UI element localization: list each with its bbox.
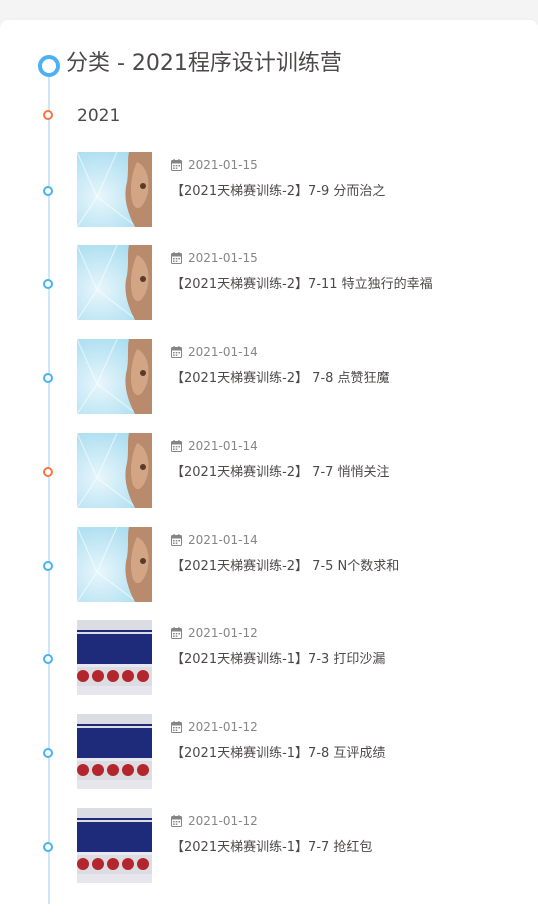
post-date: 2021-01-12 [171, 719, 258, 735]
timeline-dot [43, 186, 53, 196]
post-date: 2021-01-14 [171, 438, 258, 454]
post-thumbnail[interactable] [77, 808, 152, 883]
post-date-text: 2021-01-15 [188, 158, 258, 172]
post-date-text: 2021-01-14 [188, 533, 258, 547]
calendar-icon [171, 159, 182, 175]
post-title-link[interactable]: 【2021天梯赛训练-2】 7-7 悄悄关注 [171, 463, 390, 483]
post-date: 2021-01-15 [171, 157, 258, 173]
timeline-dot [43, 373, 53, 383]
timeline-dot [43, 748, 53, 758]
post-title-link[interactable]: 【2021天梯赛训练-1】7-3 打印沙漏 [171, 650, 385, 670]
post-date: 2021-01-12 [171, 625, 258, 641]
post-title-link[interactable]: 【2021天梯赛训练-2】7-11 特立独行的幸福 [171, 275, 433, 295]
post-item[interactable]: 2021-01-14 【2021天梯赛训练-2】 7-7 悄悄关注 [0, 433, 538, 513]
post-thumbnail[interactable] [77, 245, 152, 320]
post-item[interactable]: 2021-01-12 【2021天梯赛训练-1】7-3 打印沙漏 [0, 620, 538, 700]
post-item[interactable]: 2021-01-12 【2021天梯赛训练-1】7-7 抢红包 [0, 808, 538, 888]
calendar-icon [171, 627, 182, 643]
post-date: 2021-01-15 [171, 250, 258, 266]
post-item[interactable]: 2021-01-14 【2021天梯赛训练-2】 7-5 N个数求和 [0, 527, 538, 607]
post-thumbnail[interactable] [77, 620, 152, 695]
timeline-dot [43, 842, 53, 852]
post-thumbnail[interactable] [77, 433, 152, 508]
title-dot [38, 55, 60, 77]
post-title-link[interactable]: 【2021天梯赛训练-2】7-9 分而治之 [171, 182, 385, 202]
post-date: 2021-01-14 [171, 344, 258, 360]
post-date: 2021-01-14 [171, 532, 258, 548]
timeline-dot [43, 467, 53, 477]
calendar-icon [171, 252, 182, 268]
year-heading: 2021 [77, 106, 121, 126]
post-thumbnail[interactable] [77, 339, 152, 414]
page-title: 分类 - 2021程序设计训练营 [66, 51, 342, 76]
post-item[interactable]: 2021-01-12 【2021天梯赛训练-1】7-8 互评成绩 [0, 714, 538, 794]
post-date-text: 2021-01-12 [188, 720, 258, 734]
calendar-icon [171, 534, 182, 550]
post-date-text: 2021-01-14 [188, 439, 258, 453]
timeline-dot [43, 561, 53, 571]
post-title-link[interactable]: 【2021天梯赛训练-2】 7-8 点赞狂魔 [171, 369, 390, 389]
post-thumbnail[interactable] [77, 152, 152, 227]
post-title-link[interactable]: 【2021天梯赛训练-2】 7-5 N个数求和 [171, 557, 399, 577]
post-item[interactable]: 2021-01-15 【2021天梯赛训练-2】7-11 特立独行的幸福 [0, 245, 538, 325]
timeline-dot [43, 654, 53, 664]
post-date-text: 2021-01-15 [188, 251, 258, 265]
post-item[interactable]: 2021-01-14 【2021天梯赛训练-2】 7-8 点赞狂魔 [0, 339, 538, 419]
calendar-icon [171, 815, 182, 831]
post-date-text: 2021-01-12 [188, 626, 258, 640]
post-thumbnail[interactable] [77, 714, 152, 789]
year-dot [43, 110, 53, 120]
calendar-icon [171, 346, 182, 362]
calendar-icon [171, 721, 182, 737]
post-thumbnail[interactable] [77, 527, 152, 602]
calendar-icon [171, 440, 182, 456]
post-title-link[interactable]: 【2021天梯赛训练-1】7-8 互评成绩 [171, 744, 385, 764]
post-title-link[interactable]: 【2021天梯赛训练-1】7-7 抢红包 [171, 838, 372, 858]
post-date-text: 2021-01-14 [188, 345, 258, 359]
timeline-dot [43, 279, 53, 289]
post-item[interactable]: 2021-01-15 【2021天梯赛训练-2】7-9 分而治之 [0, 152, 538, 232]
post-date-text: 2021-01-12 [188, 814, 258, 828]
post-date: 2021-01-12 [171, 813, 258, 829]
